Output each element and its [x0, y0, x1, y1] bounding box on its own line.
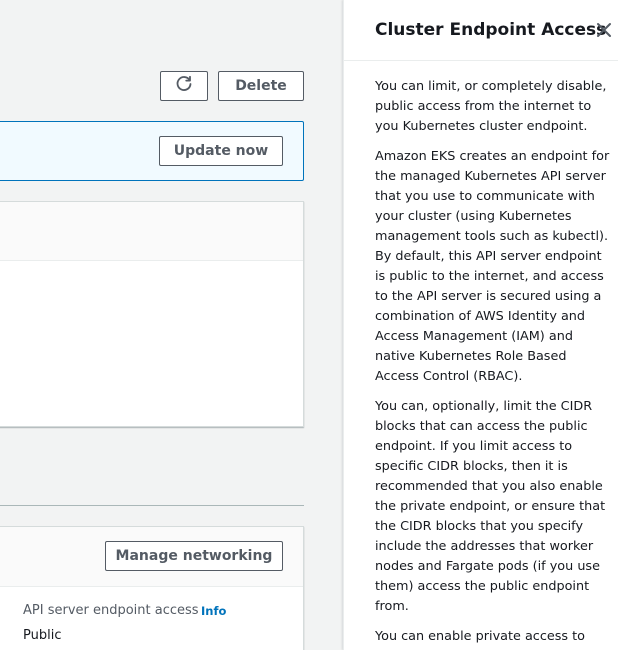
refresh-button[interactable]	[160, 71, 208, 101]
help-panel-title: Cluster Endpoint Access	[375, 20, 607, 40]
close-button[interactable]	[596, 22, 612, 38]
delete-button[interactable]: Delete	[218, 71, 304, 101]
help-panel-body: You can limit, or completely disable, pu…	[375, 77, 610, 650]
manage-networking-button[interactable]: Manage networking	[105, 541, 283, 571]
refresh-icon	[175, 75, 193, 97]
help-panel-header: Cluster Endpoint Access	[344, 0, 618, 61]
help-panel: Cluster Endpoint Access You can limit, o…	[343, 0, 618, 650]
help-paragraph: You can, optionally, limit the CIDR bloc…	[375, 399, 606, 614]
details-card	[0, 201, 304, 427]
info-link[interactable]: Info	[201, 604, 226, 618]
details-card-header	[0, 202, 303, 261]
section-divider	[0, 505, 304, 506]
help-paragraph: Amazon EKS creates an endpoint for the m…	[375, 149, 610, 384]
update-now-button[interactable]: Update now	[159, 136, 283, 166]
help-paragraph: You can enable private access to the	[375, 629, 585, 650]
main-content: Delete Update now Manage networking API …	[0, 0, 343, 650]
endpoint-access-value: Public	[23, 628, 62, 643]
endpoint-access-label: API server endpoint access	[23, 603, 199, 618]
help-paragraph: You can limit, or completely disable, pu…	[375, 79, 607, 134]
close-icon	[596, 22, 612, 38]
